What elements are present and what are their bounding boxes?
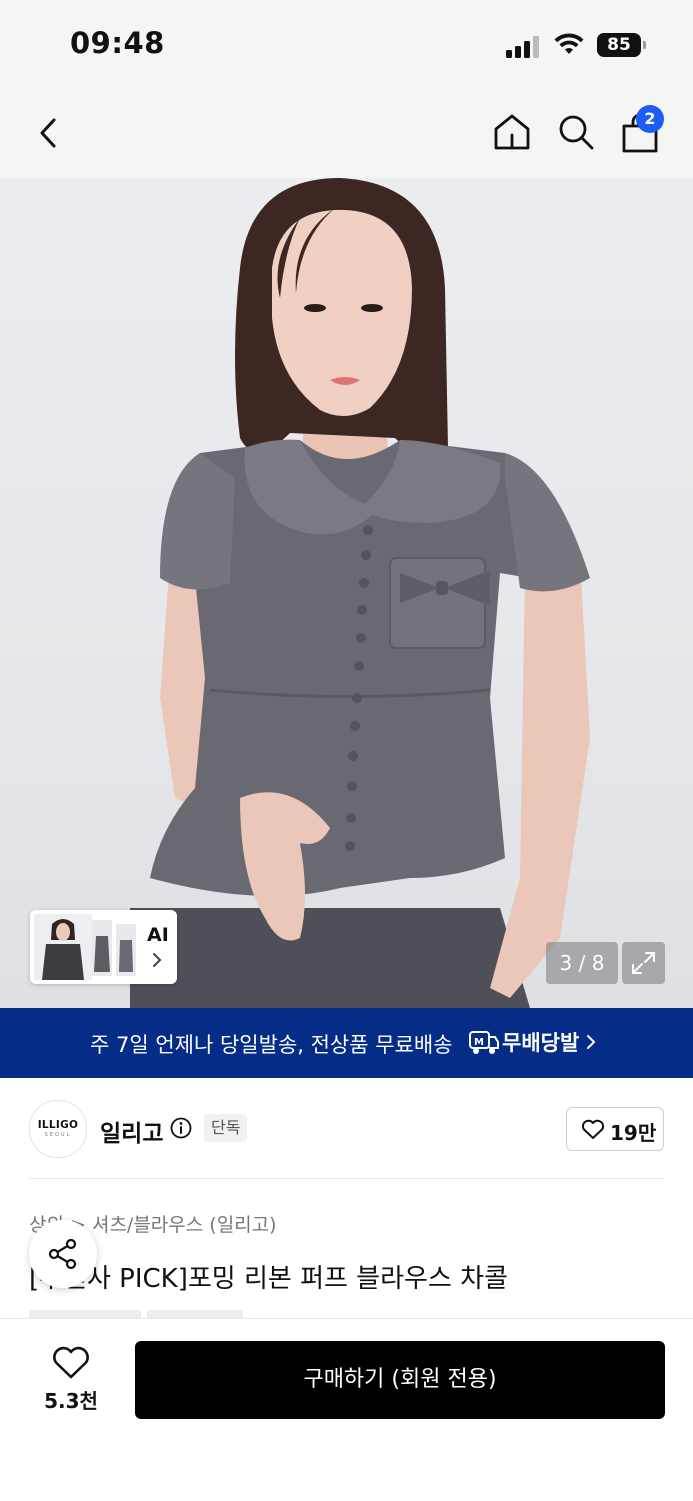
banner-text: 주 7일 언제나 당일발송, 전상품 무료배송 — [90, 1033, 453, 1057]
expand-icon — [632, 952, 655, 974]
home-icon[interactable] — [490, 110, 534, 154]
ai-thumbnail-images — [34, 914, 136, 980]
wishlist-button[interactable]: 5.3천 — [35, 1341, 107, 1415]
brand-like-button[interactable]: 19만 — [566, 1107, 664, 1151]
brand-logo-subtext: SEOUL — [44, 1132, 72, 1138]
ai-label: AI — [147, 924, 169, 946]
wifi-icon — [554, 33, 584, 54]
info-icon[interactable] — [170, 1117, 192, 1139]
svg-text:M: M — [474, 1037, 484, 1048]
product-tags — [29, 1310, 249, 1318]
battery-tip — [643, 41, 646, 49]
cart-count-badge: 2 — [636, 105, 664, 133]
banner-badge: 무배당발 — [502, 1031, 580, 1055]
status-bar: 09:48 85 — [0, 0, 693, 90]
brand-logo[interactable]: ILLIGO SEOUL — [29, 1100, 87, 1158]
free-shipping-banner[interactable]: 주 7일 언제나 당일발송, 전상품 무료배송 M 무배당발 — [0, 1008, 693, 1078]
divider — [29, 1178, 664, 1179]
chevron-right-icon — [153, 953, 162, 967]
expand-image-button[interactable] — [622, 942, 665, 984]
chevron-right-icon — [587, 1035, 596, 1049]
status-time: 09:48 — [70, 26, 165, 60]
brand-name[interactable]: 일리고 — [100, 1114, 163, 1148]
share-icon — [48, 1238, 77, 1270]
brand-like-count: 19만 — [610, 1121, 657, 1145]
heart-icon — [53, 1346, 89, 1379]
product-image-gallery[interactable] — [0, 178, 693, 1008]
truck-icon: M — [469, 1031, 499, 1054]
bottom-action-bar: 5.3천 구매하기 (회원 전용) — [0, 1318, 693, 1501]
search-icon[interactable] — [554, 110, 598, 154]
ai-lookbook-button[interactable]: AI — [30, 910, 177, 984]
signal-icon — [506, 36, 542, 58]
wishlist-count: 5.3천 — [44, 1389, 98, 1413]
product-title: [무신사 PICK]포밍 리본 퍼프 블라우스 차콜 — [29, 1264, 508, 1294]
buy-button[interactable]: 구매하기 (회원 전용) — [135, 1341, 665, 1419]
product-photo — [130, 178, 590, 1008]
brand-logo-text: ILLIGO — [37, 1119, 79, 1131]
exclusive-badge: 단독 — [204, 1114, 248, 1142]
top-navigation — [0, 90, 693, 178]
share-button[interactable] — [29, 1220, 97, 1288]
brand-row: ILLIGO SEOUL 일리고 단독 19만 — [0, 1078, 693, 1178]
heart-icon — [581, 1119, 605, 1139]
back-icon[interactable] — [30, 110, 70, 156]
battery-indicator: 85 — [597, 33, 641, 57]
image-counter: 3 / 8 — [546, 942, 618, 984]
